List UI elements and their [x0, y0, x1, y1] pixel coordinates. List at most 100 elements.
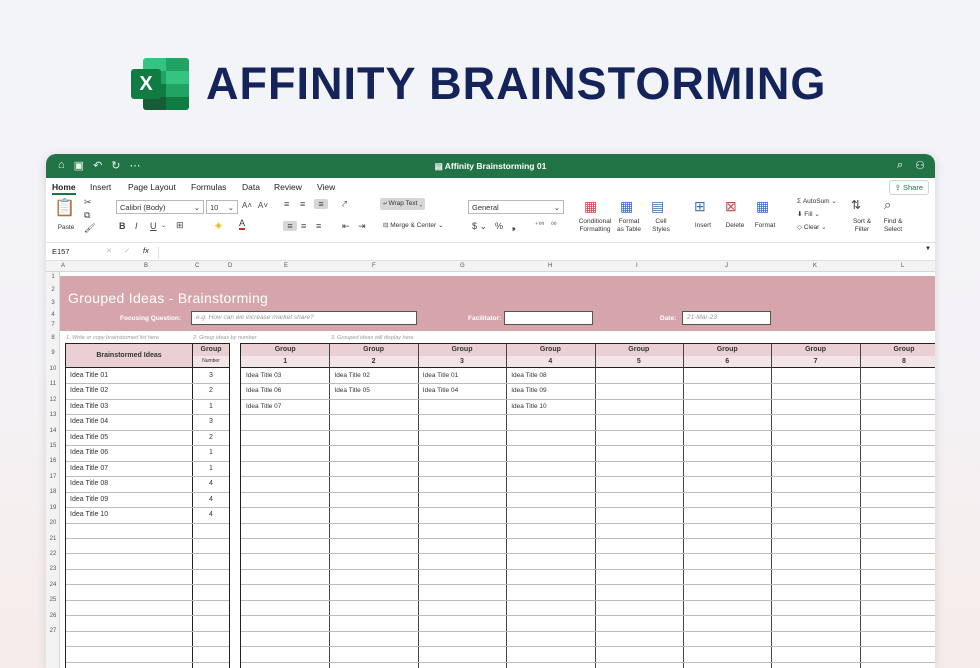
row-header[interactable]: 18 [46, 489, 60, 495]
column-header-e[interactable]: E [284, 263, 288, 269]
idea-title-cell[interactable]: Idea Title 10 [70, 511, 108, 518]
search-icon[interactable]: ⌕ [897, 159, 903, 172]
idea-title-cell[interactable]: Idea Title 01 [70, 372, 108, 379]
idea-group-number-cell[interactable]: 3 [193, 372, 229, 379]
idea-title-cell[interactable]: Idea Title 08 [70, 480, 108, 487]
column-header-d[interactable]: D [228, 263, 232, 269]
italic-icon[interactable]: I [135, 221, 138, 231]
column-header-f[interactable]: F [372, 263, 376, 269]
grouped-idea-cell[interactable]: Idea Title 10 [511, 403, 546, 410]
formula-input[interactable] [158, 247, 918, 258]
idea-group-number-cell[interactable]: 1 [193, 403, 229, 410]
grouped-idea-cell[interactable]: Idea Title 07 [246, 403, 281, 410]
row-header[interactable]: 8 [46, 335, 60, 341]
grouped-idea-cell[interactable]: Idea Title 06 [246, 387, 281, 394]
idea-group-number-cell[interactable]: 2 [193, 387, 229, 394]
cell-styles-button[interactable]: Cell Styles [648, 218, 674, 233]
format-cells-icon[interactable]: ▦ [756, 198, 769, 215]
grouped-idea-cell[interactable]: Idea Title 01 [423, 372, 458, 379]
delete-cells-icon[interactable]: ⊠ [725, 198, 737, 215]
tab-page-layout[interactable]: Page Layout [128, 182, 176, 192]
idea-title-cell[interactable]: Idea Title 03 [70, 403, 108, 410]
fill-button[interactable]: ⬇ Fill ⌄ [797, 210, 820, 218]
increase-indent-icon[interactable]: ⇥ [358, 221, 366, 232]
idea-group-number-cell[interactable]: 2 [193, 434, 229, 441]
delete-cells-button[interactable]: Delete [720, 222, 750, 230]
conditional-formatting-icon[interactable]: ▦ [584, 198, 597, 215]
function-icon[interactable]: fx [143, 246, 149, 255]
tab-review[interactable]: Review [274, 182, 302, 192]
wrap-text-button[interactable]: ⤶ Wrap Text ⌄ [380, 198, 426, 210]
tab-home[interactable]: Home [52, 182, 76, 195]
row-header[interactable]: 1 [46, 274, 60, 280]
sort-filter-icon[interactable]: ⇅ [851, 198, 861, 212]
row-header[interactable]: 21 [46, 536, 60, 542]
tab-view[interactable]: View [317, 182, 335, 192]
align-left-icon[interactable]: ≡ [283, 221, 297, 231]
sort-filter-button[interactable]: Sort & Filter [849, 218, 875, 233]
autosum-button[interactable]: Σ AutoSum ⌄ [797, 197, 837, 205]
row-header[interactable]: 3 [46, 300, 60, 306]
insert-cells-button[interactable]: Insert [688, 222, 718, 230]
column-header-l[interactable]: L [901, 263, 904, 269]
date-input[interactable]: 21-Mar-23 [682, 311, 771, 325]
idea-group-number-cell[interactable]: 4 [193, 480, 229, 487]
idea-title-cell[interactable]: Idea Title 07 [70, 465, 108, 472]
column-header-b[interactable]: B [144, 263, 148, 269]
borders-icon[interactable]: ⊞ [176, 220, 184, 231]
row-header[interactable]: 16 [46, 458, 60, 464]
row-header[interactable]: 24 [46, 582, 60, 588]
row-header[interactable]: 11 [46, 381, 60, 387]
grouped-idea-cell[interactable]: Idea Title 03 [246, 372, 281, 379]
name-box[interactable]: E157 [52, 247, 98, 256]
grouped-idea-cell[interactable]: Idea Title 09 [511, 387, 546, 394]
underline-icon[interactable]: U [150, 221, 157, 231]
row-header[interactable]: 19 [46, 505, 60, 511]
currency-icon[interactable]: $ ⌄ [472, 221, 487, 232]
column-header-a[interactable]: A [61, 263, 65, 269]
idea-title-cell[interactable]: Idea Title 09 [70, 496, 108, 503]
clear-button[interactable]: ◇ Clear ⌄ [797, 223, 827, 231]
facilitator-input[interactable] [504, 311, 593, 325]
paste-button[interactable]: Paste [52, 224, 80, 232]
align-middle-icon[interactable]: ≡ [300, 199, 305, 209]
row-header[interactable]: 26 [46, 613, 60, 619]
row-header[interactable]: 23 [46, 566, 60, 572]
cancel-icon[interactable]: ✕ [106, 246, 112, 255]
format-as-table-icon[interactable]: ▦ [620, 198, 633, 215]
idea-title-cell[interactable]: Idea Title 04 [70, 418, 108, 425]
increase-decimal-icon[interactable]: ⁺⁰⁰ [535, 221, 544, 229]
grouped-idea-cell[interactable]: Idea Title 05 [334, 387, 369, 394]
row-header[interactable]: 13 [46, 412, 60, 418]
grouped-idea-cell[interactable]: Idea Title 02 [334, 372, 369, 379]
insert-cells-icon[interactable]: ⊞ [694, 198, 706, 215]
font-size-select[interactable]: 10 ⌄ [206, 200, 238, 214]
row-header[interactable]: 10 [46, 366, 60, 372]
find-select-button[interactable]: Find & Select [880, 218, 906, 233]
increase-font-icon[interactable]: A˄ [242, 201, 252, 210]
conditional-formatting-button[interactable]: Conditional Formatting [574, 218, 616, 233]
collaborate-icon[interactable]: ⚇ [915, 159, 925, 172]
row-header[interactable]: 12 [46, 397, 60, 403]
focusing-question-input[interactable]: e.g. How can we increase market share? [191, 311, 417, 325]
row-header[interactable]: 15 [46, 443, 60, 449]
cut-icon[interactable]: ✂ [84, 197, 92, 208]
orientation-icon[interactable]: ⤤ [342, 199, 347, 210]
number-format-select[interactable]: General ⌄ [468, 200, 564, 214]
share-button[interactable]: ⇪ Share [888, 180, 929, 195]
tab-insert[interactable]: Insert [90, 182, 111, 192]
row-header[interactable]: 20 [46, 520, 60, 526]
format-painter-icon[interactable]: 🖌 [84, 223, 95, 234]
merge-center-button[interactable]: ⊟ Merge & Center ⌄ [383, 221, 443, 229]
percent-icon[interactable]: % [495, 221, 503, 231]
idea-group-number-cell[interactable]: 3 [193, 418, 229, 425]
align-right-icon[interactable]: ≡ [316, 221, 321, 231]
row-header[interactable]: 25 [46, 597, 60, 603]
row-header[interactable]: 17 [46, 474, 60, 480]
idea-group-number-cell[interactable]: 4 [193, 511, 229, 518]
column-header-g[interactable]: G [460, 263, 465, 269]
idea-group-number-cell[interactable]: 1 [193, 465, 229, 472]
format-cells-button[interactable]: Format [750, 222, 780, 230]
bold-icon[interactable]: B [119, 221, 126, 231]
align-center-icon[interactable]: ≡ [301, 221, 306, 231]
